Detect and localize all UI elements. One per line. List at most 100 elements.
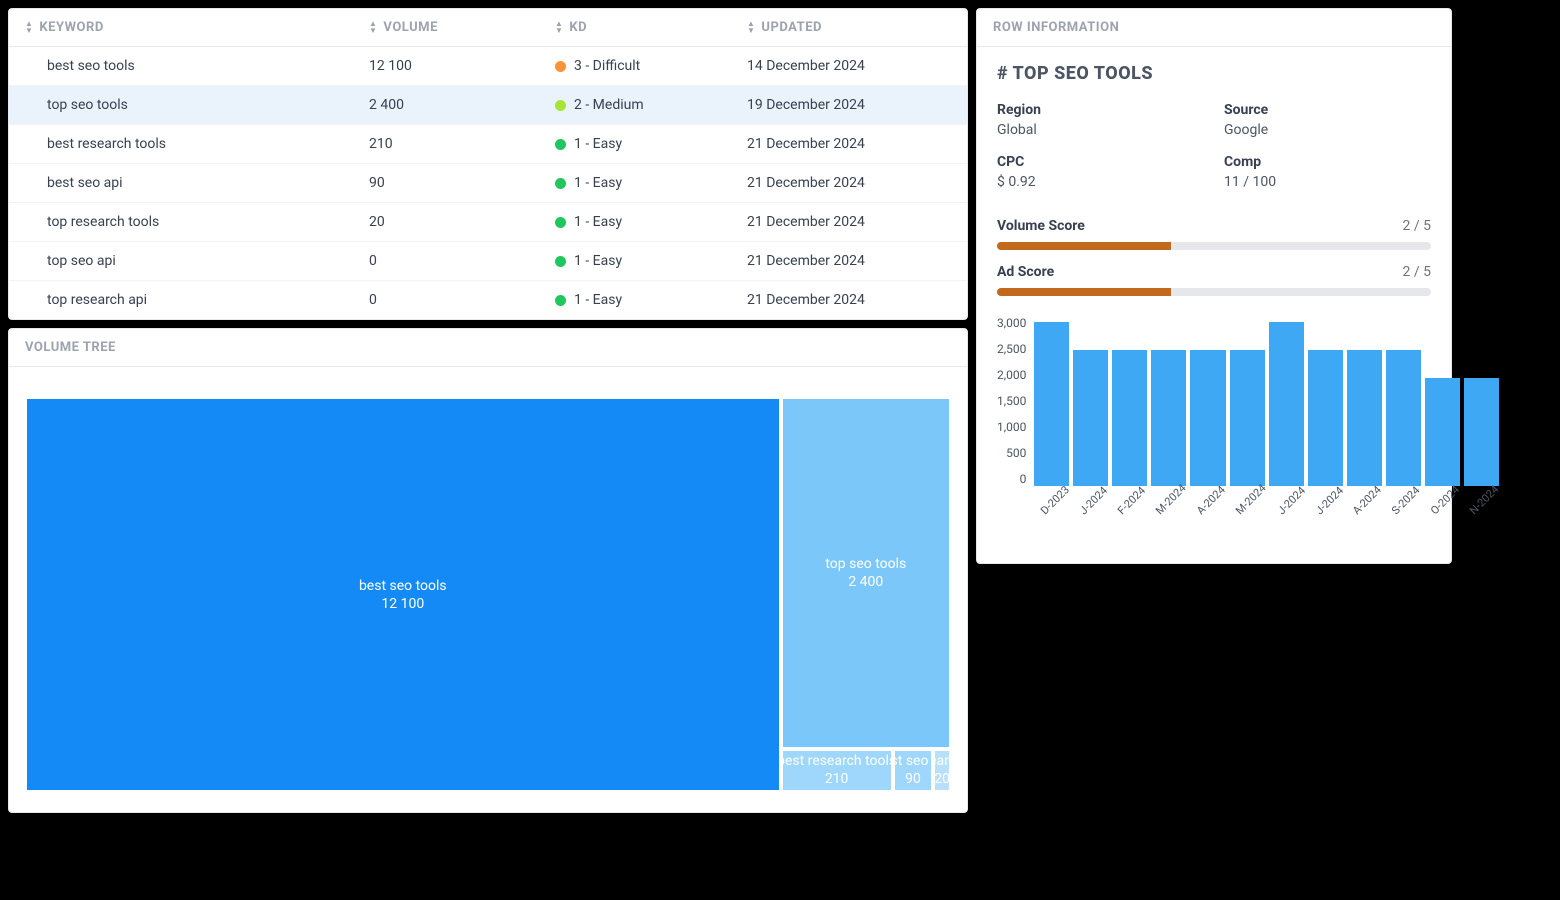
cell-kd: 1 - Easy [555,164,747,202]
y-tick-label: 500 [1006,446,1026,460]
treemap-cell-value: 90 [905,771,921,787]
cell-kd: 1 - Easy [555,242,747,280]
chart-bar[interactable] [1464,378,1499,486]
comp-value: 11 / 100 [1224,174,1431,190]
cell-keyword: top research api [9,281,369,319]
kd-dot-icon [555,100,566,111]
col-header-label: VOLUME [383,20,437,35]
treemap-cell[interactable]: best research tools 210 [781,749,893,792]
keyword-table-panel: ▲▼ KEYWORD ▲▼ VOLUME ▲▼ KD ▲▼ UPDATED be… [8,8,968,320]
sort-icon: ▲▼ [747,21,755,34]
chart-bar[interactable] [1151,350,1186,486]
table-row[interactable]: top seo api01 - Easy21 December 2024 [9,242,967,281]
col-header-kd[interactable]: ▲▼ KD [555,9,747,46]
chart-bar[interactable] [1073,350,1108,486]
cell-volume: 2 400 [369,86,555,124]
volume-history-chart: 3,0002,5002,0001,5001,0005000 D-2023J-20… [997,316,1431,547]
cpc-value: $ 0.92 [997,174,1204,190]
volume-score-value: 2 / 5 [1403,218,1431,234]
treemap-cell-value: 12 100 [381,596,424,612]
table-header-row: ▲▼ KEYWORD ▲▼ VOLUME ▲▼ KD ▲▼ UPDATED [9,9,967,47]
treemap-cell-label: top seo tools [825,556,906,572]
volume-tree-panel: VOLUME TREE best seo tools12 100top seo … [8,328,968,813]
cpc-label: CPC [997,154,1204,170]
y-tick-label: 1,500 [997,394,1026,408]
cell-volume: 20 [369,203,555,241]
chart-bar[interactable] [1230,350,1265,486]
cell-kd: 2 - Medium [555,86,747,124]
chart-bar[interactable] [1034,322,1069,486]
keyword-table: ▲▼ KEYWORD ▲▼ VOLUME ▲▼ KD ▲▼ UPDATED be… [9,9,967,319]
selected-keyword-title: # TOP SEO TOOLS [997,63,1431,84]
table-row[interactable]: best research tools2101 - Easy21 Decembe… [9,125,967,164]
cell-keyword: best research tools [9,125,369,163]
cell-kd: 3 - Difficult [555,47,747,85]
treemap-cell-value: 2 400 [848,574,883,590]
y-tick-label: 2,500 [997,342,1026,356]
cell-kd: 1 - Easy [555,203,747,241]
table-row[interactable]: top seo tools2 4002 - Medium19 December … [9,86,967,125]
cell-updated: 21 December 2024 [747,164,967,202]
y-tick-label: 0 [1020,472,1027,486]
chart-bar[interactable] [1269,322,1304,486]
col-header-label: KD [569,20,587,35]
treemap-cell[interactable]: top research tools20 [933,749,951,792]
col-header-label: UPDATED [761,20,822,35]
ad-score-value: 2 / 5 [1403,264,1431,280]
cell-keyword: best seo api [9,164,369,202]
chart-bar[interactable] [1308,350,1343,486]
cell-keyword: top seo tools [9,86,369,124]
chart-bar[interactable] [1386,350,1421,486]
volume-score-label: Volume Score [997,218,1085,234]
col-header-volume[interactable]: ▲▼ VOLUME [369,9,555,46]
cell-updated: 21 December 2024 [747,125,967,163]
kd-dot-icon [555,139,566,150]
cell-volume: 0 [369,242,555,280]
chart-x-axis: D-2023J-2024F-2024M-2024A-2024M-2024J-20… [1032,486,1500,503]
cell-updated: 21 December 2024 [747,242,967,280]
treemap-cell[interactable]: top seo tools 2 400 [781,397,951,749]
chart-bar[interactable] [1112,350,1147,486]
comp-label: Comp [1224,154,1431,170]
row-info-title: ROW INFORMATION [977,9,1451,47]
chart-y-axis: 3,000 2,500 2,000 1,500 1,000 500 0 [997,316,1032,486]
cell-updated: 14 December 2024 [747,47,967,85]
treemap-cell-label: best seo tools [359,578,447,594]
ad-score-label: Ad Score [997,264,1054,280]
y-tick-label: 3,000 [997,316,1026,330]
treemap-cell-label: best research tools [781,753,893,769]
source-label: Source [1224,102,1431,118]
treemap-cell[interactable]: best seo api 90 [893,749,934,792]
chart-bar[interactable] [1347,350,1382,486]
table-row[interactable]: best seo api901 - Easy21 December 2024 [9,164,967,203]
table-row[interactable]: top research tools201 - Easy21 December … [9,203,967,242]
cell-volume: 210 [369,125,555,163]
region-label: Region [997,102,1204,118]
sort-icon: ▲▼ [25,21,33,34]
treemap-cell-label: top research tools [933,753,951,769]
treemap-cell-value: 210 [825,771,849,787]
kd-dot-icon [555,178,566,189]
table-row[interactable]: top research api01 - Easy21 December 202… [9,281,967,319]
chart-bars [1032,316,1500,486]
y-tick-label: 1,000 [997,420,1026,434]
treemap-cell-label: best seo api [893,753,934,769]
y-tick-label: 2,000 [997,368,1026,382]
treemap[interactable]: best seo tools 12 100 top seo tools 2 400 be… [25,397,951,792]
chart-bar[interactable] [1190,350,1225,486]
cell-updated: 21 December 2024 [747,281,967,319]
chart-bar[interactable] [1425,378,1460,486]
table-body: best seo tools12 1003 - Difficult14 Dece… [9,47,967,319]
kd-dot-icon [555,295,566,306]
col-header-updated[interactable]: ▲▼ UPDATED [747,9,967,46]
cell-volume: 12 100 [369,47,555,85]
table-row[interactable]: best seo tools12 1003 - Difficult14 Dece… [9,47,967,86]
cell-updated: 19 December 2024 [747,86,967,124]
col-header-keyword[interactable]: ▲▼ KEYWORD [9,9,369,46]
cell-updated: 21 December 2024 [747,203,967,241]
kd-dot-icon [555,217,566,228]
treemap-cell[interactable]: best seo tools 12 100 [25,397,781,792]
source-value: Google [1224,122,1431,138]
row-info-panel: ROW INFORMATION # TOP SEO TOOLS Region G… [976,8,1452,564]
kd-dot-icon [555,61,566,72]
